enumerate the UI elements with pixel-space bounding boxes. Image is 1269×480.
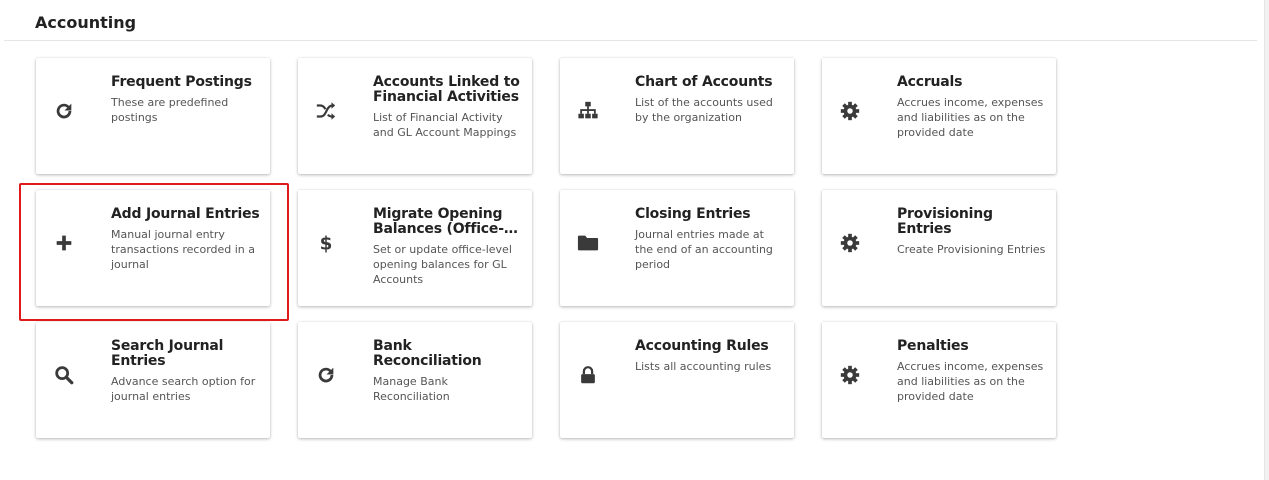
accounting-card-grid: Frequent Postings These are predefined p… [36,58,1056,438]
folder-icon [577,232,599,254]
card-bank-reconciliation[interactable]: Bank Reconciliation Manage Bank Reconcil… [298,322,532,438]
card-description: Lists all accounting rules [635,360,772,373]
card-description: List of Financial Activity and GL Accoun… [373,111,517,139]
shuffle-icon [315,100,337,122]
card-penalties[interactable]: Penalties Accrues income, expenses and l… [822,322,1056,438]
gear-icon [839,232,861,254]
card-description: Advance search option for journal entrie… [111,375,256,403]
gear-icon [839,364,861,386]
dollar-icon: $ [315,232,337,254]
svg-text:$: $ [320,233,333,254]
card-title: Penalties [897,338,969,354]
card-search-journal-entries[interactable]: Search Journal Entries Advance search op… [36,322,270,438]
card-closing-entries[interactable]: Closing Entries Journal entries made at … [560,190,794,306]
card-add-journal-entries[interactable]: Add Journal Entries Manual journal entry… [36,190,270,306]
refresh-icon [315,364,337,386]
gear-icon [839,100,861,122]
card-title: Closing Entries [635,206,751,222]
lock-icon [577,364,599,386]
card-title: Bank Reconciliation [373,338,482,369]
card-title: Chart of Accounts [635,74,773,90]
card-provisioning-entries[interactable]: Provisioning Entries Create Provisioning… [822,190,1056,306]
card-description: Manual journal entry transactions record… [111,228,256,271]
card-description: Journal entries made at the end of an ac… [635,228,773,271]
search-icon [53,364,75,386]
card-chart-of-accounts[interactable]: Chart of Accounts List of the accounts u… [560,58,794,174]
card-title: Add Journal Entries [111,206,260,222]
card-description: Manage Bank Reconciliation [373,375,450,403]
plus-icon [53,232,75,254]
card-description: Accrues income, expenses and liabilities… [897,360,1044,403]
card-title: Migrate Opening Balances (Office-… [373,206,518,237]
refresh-icon [53,100,75,122]
card-frequent-postings[interactable]: Frequent Postings These are predefined p… [36,58,270,174]
scrollbar-track[interactable] [1264,0,1269,480]
card-description: Set or update office-level opening balan… [373,243,512,286]
card-description: Create Provisioning Entries [897,243,1046,256]
card-description: These are predefined postings [111,96,229,124]
title-divider [4,40,1257,41]
card-accounts-linked-financial-activities[interactable]: Accounts Linked to Financial Activities … [298,58,532,174]
card-accruals[interactable]: Accruals Accrues income, expenses and li… [822,58,1056,174]
card-title: Search Journal Entries [111,338,224,369]
card-title: Frequent Postings [111,74,252,90]
card-title: Accounts Linked to Financial Activities [373,74,520,105]
sitemap-icon [577,100,599,122]
page-title: Accounting [35,13,137,32]
card-migrate-opening-balances[interactable]: $ Migrate Opening Balances (Office-… Set… [298,190,532,306]
card-accounting-rules[interactable]: Accounting Rules Lists all accounting ru… [560,322,794,438]
card-description: Accrues income, expenses and liabilities… [897,96,1044,139]
card-title: Provisioning Entries [897,206,993,237]
card-title: Accruals [897,74,963,90]
card-title: Accounting Rules [635,338,769,354]
card-description: List of the accounts used by the organiz… [635,96,773,124]
